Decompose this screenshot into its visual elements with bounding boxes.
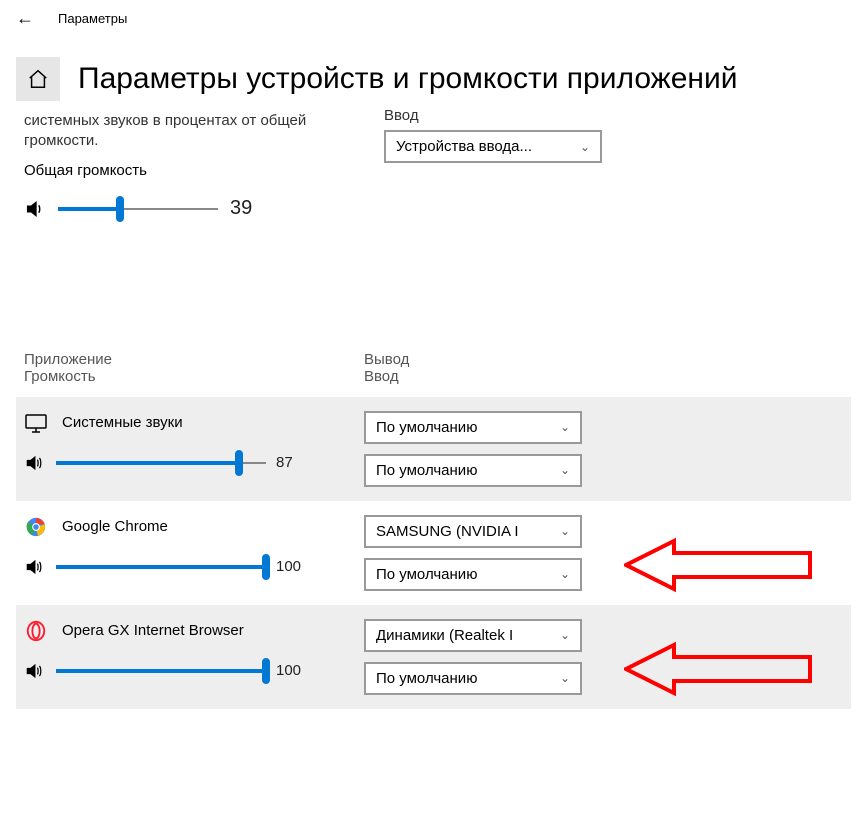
back-button[interactable]: ←: [16, 8, 34, 29]
app-volume-value: 100: [276, 662, 306, 679]
master-volume-slider[interactable]: [58, 197, 218, 221]
window-title: Параметры: [58, 11, 127, 26]
output-device-dropdown[interactable]: По умолчанию ⌄: [364, 411, 582, 444]
output-device-value: SAMSUNG (NVIDIA I: [376, 523, 519, 540]
input-device-dropdown[interactable]: По умолчанию ⌄: [364, 662, 582, 695]
page-title: Параметры устройств и громкости приложен…: [78, 62, 738, 96]
output-device-dropdown[interactable]: SAMSUNG (NVIDIA I ⌄: [364, 515, 582, 548]
app-row: Google Chrome100SAMSUNG (NVIDIA I⌄По умо…: [16, 501, 851, 605]
input-device-value: По умолчанию: [376, 670, 477, 687]
chevron-down-icon: ⌄: [560, 628, 570, 642]
chevron-down-icon: ⌄: [560, 671, 570, 685]
master-volume-value: 39: [230, 197, 260, 220]
app-name-label: Opera GX Internet Browser: [62, 622, 244, 639]
speaker-icon[interactable]: [24, 453, 46, 473]
app-row: Системные звуки87По умолчанию⌄По умолчан…: [16, 397, 851, 501]
opera-icon: [24, 619, 48, 643]
description-text: системных звуков в процентах от общей гр…: [24, 111, 344, 152]
annotation-arrow-icon: [624, 535, 814, 600]
chevron-down-icon: ⌄: [560, 524, 570, 538]
input-section-label: Ввод: [384, 107, 843, 124]
app-volume-slider[interactable]: [56, 555, 266, 579]
chevron-down-icon: ⌄: [580, 140, 590, 154]
home-button[interactable]: [16, 57, 60, 101]
app-name-label: Google Chrome: [62, 518, 168, 535]
monitor-icon: [24, 411, 48, 435]
chrome-icon: [24, 515, 48, 539]
speaker-icon[interactable]: [24, 198, 46, 220]
column-header-output: Вывод: [364, 351, 409, 368]
chevron-down-icon: ⌄: [560, 567, 570, 581]
column-header-app: Приложение: [24, 351, 364, 368]
input-device-dropdown[interactable]: Устройства ввода... ⌄: [384, 130, 602, 163]
input-device-dropdown[interactable]: По умолчанию ⌄: [364, 454, 582, 487]
output-device-dropdown[interactable]: Динамики (Realtek I ⌄: [364, 619, 582, 652]
input-device-value: По умолчанию: [376, 462, 477, 479]
annotation-arrow-icon: [624, 639, 814, 704]
output-device-value: По умолчанию: [376, 419, 477, 436]
app-row: Opera GX Internet Browser 100 Динамики (Re…: [16, 605, 851, 709]
speaker-icon[interactable]: [24, 661, 46, 681]
speaker-icon[interactable]: [24, 557, 46, 577]
chevron-down-icon: ⌄: [560, 420, 570, 434]
app-volume-slider[interactable]: [56, 659, 266, 683]
column-header-input: Ввод: [364, 368, 409, 385]
app-name-label: Системные звуки: [62, 414, 183, 431]
app-volume-slider[interactable]: [56, 451, 266, 475]
chevron-down-icon: ⌄: [560, 463, 570, 477]
input-device-value: По умолчанию: [376, 566, 477, 583]
column-header-volume: Громкость: [24, 368, 364, 385]
master-volume-label: Общая громкость: [24, 162, 344, 179]
app-volume-value: 87: [276, 454, 306, 471]
input-device-dropdown[interactable]: По умолчанию ⌄: [364, 558, 582, 591]
input-device-value: Устройства ввода...: [396, 138, 532, 155]
output-device-value: Динамики (Realtek I: [376, 627, 513, 644]
home-icon: [27, 68, 49, 90]
app-volume-value: 100: [276, 558, 306, 575]
